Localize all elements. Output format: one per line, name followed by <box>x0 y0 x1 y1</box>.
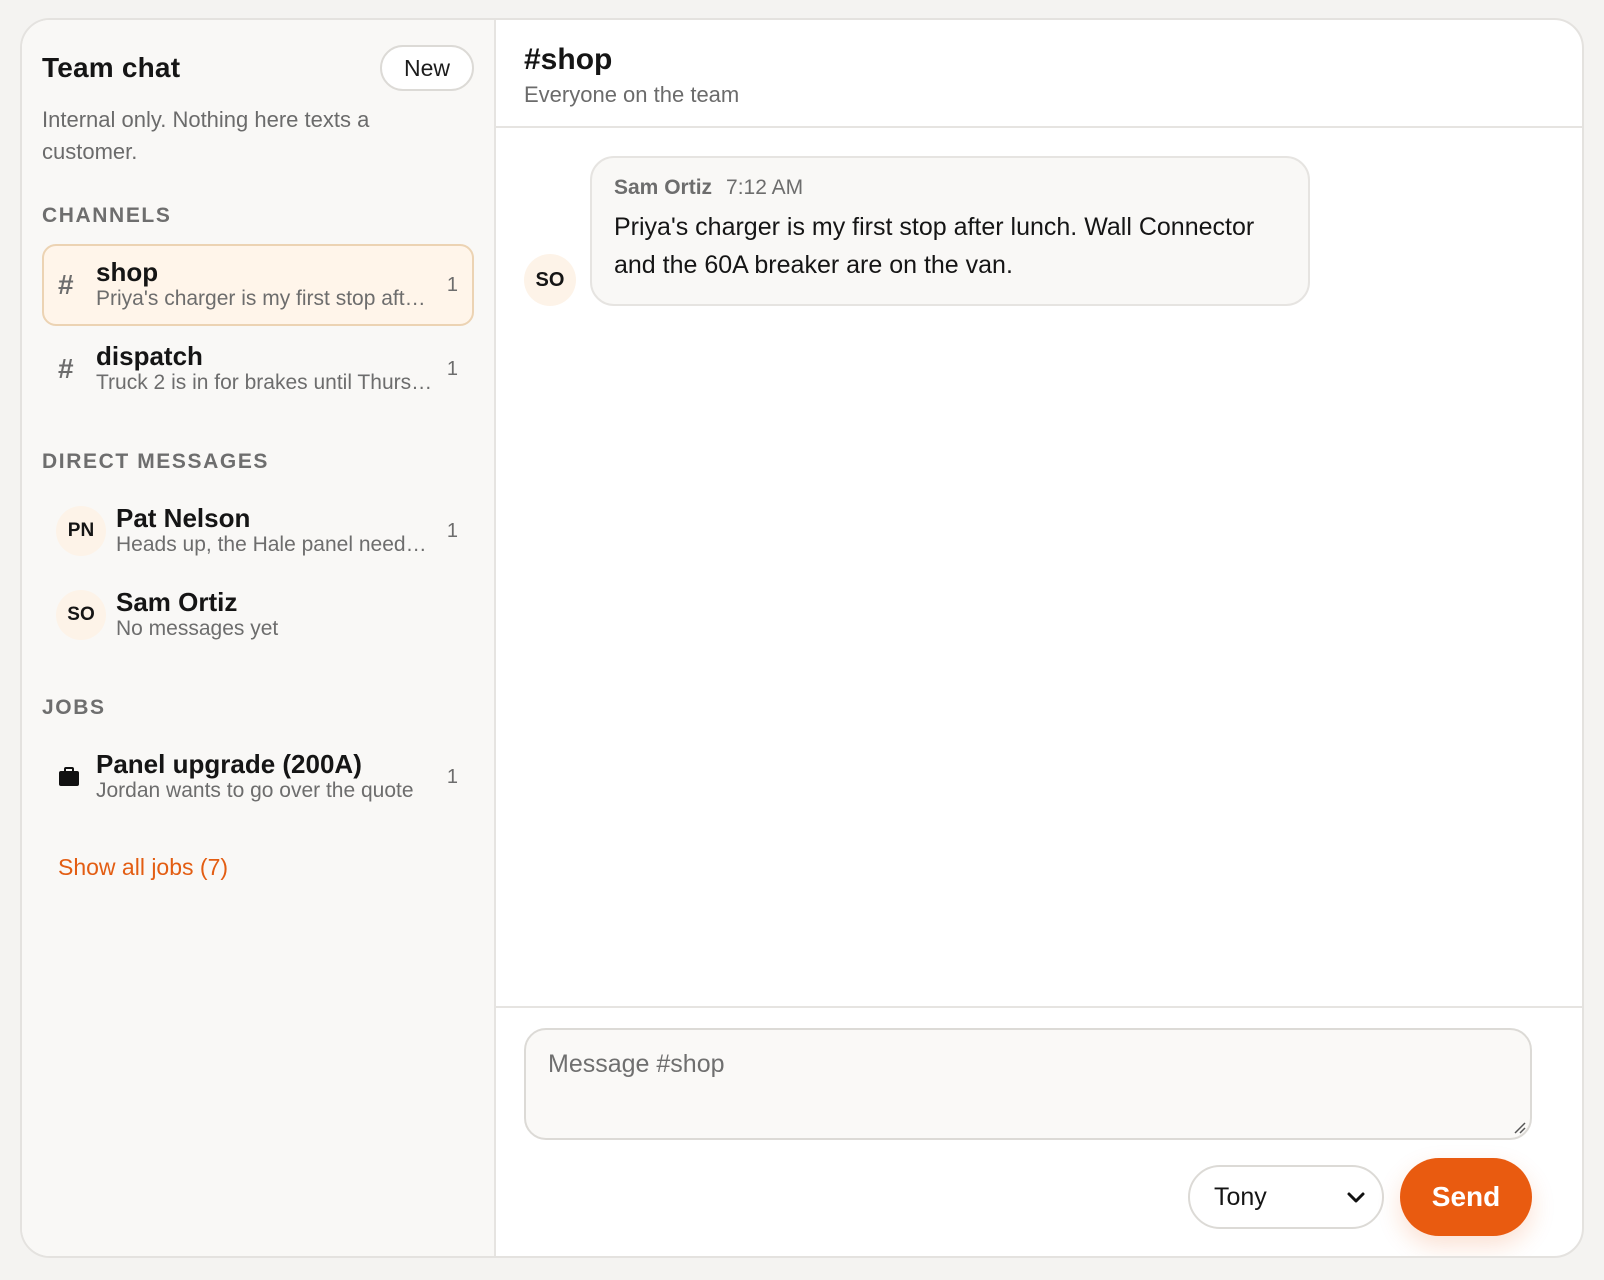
sidebar-header: Team chat New <box>42 44 474 92</box>
channel-header: #shop Everyone on the team <box>496 20 1582 128</box>
job-preview: Jordan wants to go over the quote <box>96 779 414 802</box>
channel-title: #shop <box>524 43 613 76</box>
avatar: SO <box>56 590 106 640</box>
channel-preview: Truck 2 is in for brakes until Thursday <box>96 371 434 394</box>
channel-view: #shop Everyone on the team SO Sam Ortiz 7… <box>496 20 1582 1256</box>
briefcase-icon <box>56 767 82 787</box>
message-input[interactable] <box>526 1030 1530 1138</box>
direct-messages-label: DIRECT MESSAGES <box>42 450 270 473</box>
sidebar: Team chat New Internal only. Nothing her… <box>22 20 496 1256</box>
dm-preview: No messages yet <box>116 617 279 640</box>
message: SO Sam Ortiz 7:12 AM Priya's charger is m… <box>524 156 1554 306</box>
avatar: SO <box>524 254 576 306</box>
dm-name: Pat Nelson <box>116 503 251 533</box>
sidebar-title: Team chat <box>42 52 181 83</box>
message-meta: Sam Ortiz 7:12 AM <box>614 176 1286 200</box>
channel-name: dispatch <box>96 341 203 371</box>
sidebar-note: Internal only. Nothing here texts a cust… <box>42 107 370 164</box>
composer: Tony Send <box>496 1006 1582 1256</box>
avatar: PN <box>56 506 106 556</box>
message-time: 7:12 AM <box>726 176 804 199</box>
sender-select[interactable]: Tony <box>1188 1165 1384 1229</box>
unread-count: 1 <box>446 519 458 542</box>
job-name: Panel upgrade (200A) <box>96 749 362 779</box>
unread-count: 1 <box>446 273 458 296</box>
channel-subtitle: Everyone on the team <box>524 82 740 107</box>
dm-item-pat-nelson[interactable]: PN Pat Nelson Heads up, the Hale panel n… <box>42 490 474 572</box>
new-chat-button[interactable]: New <box>379 45 474 91</box>
channel-name: shop <box>96 257 159 287</box>
dm-preview: Heads up, the Hale panel needs a permit <box>116 533 434 556</box>
channel-preview: Priya's charger is my first stop after l… <box>96 287 434 310</box>
show-all-jobs-link[interactable]: Show all jobs (7) <box>58 854 228 881</box>
channel-item-dispatch[interactable]: # dispatch Truck 2 is in for brakes unti… <box>42 328 474 410</box>
channel-item-shop[interactable]: # shop Priya's charger is my first stop … <box>42 244 474 326</box>
sender-select-value: Tony <box>1214 1182 1267 1211</box>
dm-name: Sam Ortiz <box>116 587 238 617</box>
send-button[interactable]: Send <box>1400 1158 1532 1236</box>
resize-grip-icon[interactable] <box>1512 1120 1526 1134</box>
message-bubble: Sam Ortiz 7:12 AM Priya's charger is my f… <box>590 156 1310 306</box>
jobs-label: JOBS <box>42 696 106 719</box>
message-author: Sam Ortiz <box>614 176 713 199</box>
dm-item-sam-ortiz[interactable]: SO Sam Ortiz No messages yet <box>42 574 474 656</box>
message-list[interactable]: SO Sam Ortiz 7:12 AM Priya's charger is m… <box>496 128 1582 1006</box>
team-chat-app: Team chat New Internal only. Nothing her… <box>20 18 1584 1258</box>
hash-icon: # <box>58 269 74 300</box>
unread-count: 1 <box>446 357 458 380</box>
message-input-box <box>524 1028 1532 1140</box>
unread-count: 1 <box>446 765 458 788</box>
chevron-down-icon <box>1346 1183 1366 1212</box>
hash-icon: # <box>58 353 74 384</box>
job-item-panel-upgrade[interactable]: Panel upgrade (200A) Jordan wants to go … <box>42 736 474 818</box>
channels-label: CHANNELS <box>42 204 172 227</box>
message-text: Priya's charger is my first stop after l… <box>614 213 1255 279</box>
